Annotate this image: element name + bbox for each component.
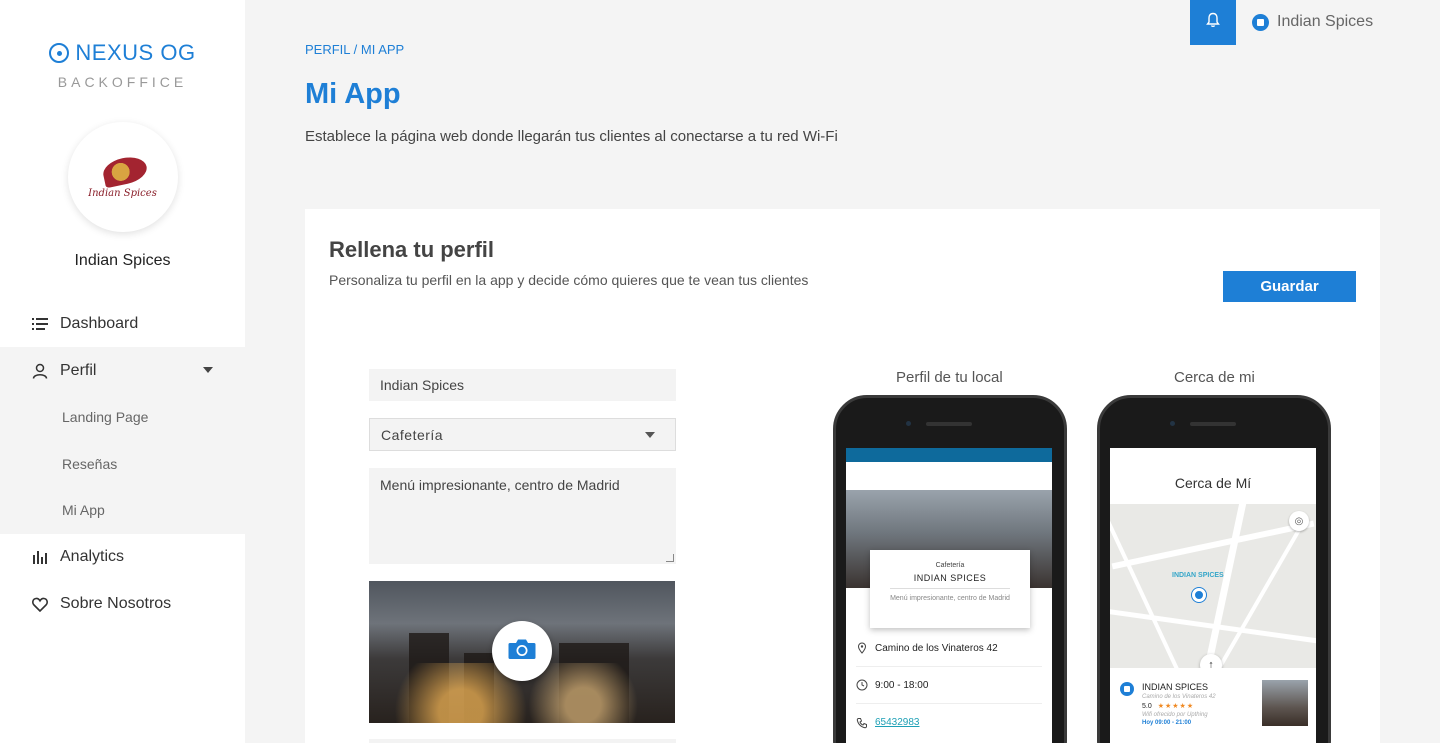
sidebar-item-sobre-nosotros[interactable]: Sobre Nosotros [0, 581, 245, 628]
preview-phone-row: 65432983 [856, 704, 1042, 741]
sidebar-subitem-mi-app[interactable]: Mi App [0, 487, 245, 534]
camera-icon [507, 637, 537, 666]
sidebar-item-label: Dashboard [60, 314, 139, 332]
sidebar-item-perfil[interactable]: Perfil [0, 347, 245, 394]
page-title: Mi App [305, 78, 401, 110]
map-pin-icon[interactable] [1192, 588, 1206, 602]
preview-phone-link[interactable]: 65432983 [875, 717, 920, 728]
phone-screen: Cafetería INDIAN SPICES Menú impresionan… [846, 448, 1052, 743]
phone-camera-icon [1170, 421, 1175, 426]
profile-preview-label: Perfil de tu local [896, 369, 1003, 386]
preview-address-row: Camino de los Vinateros 42 [856, 630, 1042, 667]
bell-icon [1206, 12, 1220, 33]
brand: NEXUS OG BACKOFFICE [0, 0, 245, 90]
preview-venue-name: INDIAN SPICES [890, 573, 1010, 589]
venue-thumbnail [1262, 680, 1308, 726]
star-rating-icon: ★★★★★ [1157, 703, 1195, 710]
chevron-down-icon[interactable] [203, 367, 213, 373]
phone-camera-icon [906, 421, 911, 426]
phone-speaker [926, 422, 972, 426]
nearby-preview-label: Cerca de mi [1174, 369, 1255, 386]
heart-icon [32, 596, 48, 612]
nexus-logo-icon [49, 43, 70, 63]
rating-value: 5.0 [1142, 703, 1152, 710]
description-value: Menú impresionante, centro de Madrid [380, 477, 620, 493]
user-menu[interactable]: Indian Spices [1252, 13, 1373, 31]
chevron-down-icon [645, 432, 655, 438]
phone-preview-nearby: Cerca de Mí INDIAN SPICES ◎ ↑ INDIAN SPI… [1097, 395, 1331, 743]
preview-profile-card: Cafetería INDIAN SPICES Menú impresionan… [870, 550, 1030, 628]
map-view: INDIAN SPICES ◎ ↑ [1110, 504, 1316, 668]
venue-logo-text: Indian Spices [88, 187, 157, 199]
venue-marker-icon [1120, 682, 1134, 696]
cover-photo [369, 581, 675, 723]
phone-speaker [1190, 422, 1236, 426]
preview-hours-row: 9:00 - 18:00 [856, 667, 1042, 704]
user-name: Indian Spices [1277, 13, 1374, 30]
profile-card: Rellena tu perfil Personaliza tu perfil … [305, 209, 1380, 743]
sidebar-nav: Dashboard Perfil Landing Page Reseñas Mi… [0, 300, 245, 628]
preview-address: Camino de los Vinateros 42 [875, 642, 998, 654]
user-avatar-icon [1252, 13, 1269, 31]
preview-hours: 9:00 - 18:00 [875, 679, 929, 691]
upload-photo-button[interactable] [492, 621, 552, 681]
nearby-title: Cerca de Mí [1174, 475, 1252, 491]
description-textarea[interactable]: Menú impresionante, centro de Madrid [369, 468, 676, 564]
sidebar-subitem-landing-page[interactable]: Landing Page [0, 394, 245, 441]
card-description: Personaliza tu perfil en la app y decide… [329, 272, 809, 288]
sidebar-item-dashboard[interactable]: Dashboard [0, 300, 245, 347]
sidebar-item-analytics[interactable]: Analytics [0, 534, 245, 581]
brand-name: NEXUS OG [75, 40, 196, 65]
phone-screen: Cerca de Mí INDIAN SPICES ◎ ↑ INDIAN SPI… [1110, 448, 1316, 743]
brand-logo[interactable]: NEXUS OG [0, 40, 245, 66]
app-top-bar [846, 448, 1052, 462]
breadcrumb[interactable]: PERFIL / MI APP [305, 42, 404, 57]
phone-preview-profile: Cafetería INDIAN SPICES Menú impresionan… [833, 395, 1067, 743]
brand-subtitle: BACKOFFICE [57, 74, 188, 90]
resize-handle-icon[interactable] [666, 554, 674, 562]
venue-avatar[interactable]: Indian Spices [67, 122, 178, 232]
clock-icon [856, 679, 868, 691]
category-value: Cafetería [381, 426, 444, 443]
sidebar-subitem-resenas[interactable]: Reseñas [0, 441, 245, 488]
paisley-logo-icon [93, 153, 153, 188]
locate-me-icon[interactable]: ◎ [1289, 511, 1309, 531]
location-pin-icon [856, 642, 868, 654]
user-icon [32, 363, 48, 379]
venue-name-input[interactable]: Indian Spices [369, 369, 676, 401]
map-venue-label: INDIAN SPICES [1172, 572, 1224, 579]
arrow-up-icon[interactable]: ↑ [1200, 654, 1222, 668]
nearby-list-item[interactable]: INDIAN SPICES Camino de los Vinateros 42… [1110, 668, 1316, 726]
list-icon [32, 316, 48, 332]
sidebar-item-label: Sobre Nosotros [60, 595, 172, 612]
preview-category: Cafetería [935, 562, 965, 569]
phone-icon [856, 717, 868, 729]
notifications-button[interactable] [1190, 0, 1236, 45]
venue-name: Indian Spices [74, 252, 171, 269]
sidebar: NEXUS OG BACKOFFICE Indian Spices Indian… [0, 0, 245, 743]
sidebar-item-label: Analytics [60, 548, 125, 565]
category-select[interactable]: Cafetería [369, 418, 676, 451]
page-description: Establece la página web donde llegarán t… [305, 128, 838, 145]
preview-description: Menú impresionante, centro de Madrid [890, 595, 1010, 602]
bar-chart-icon [32, 549, 48, 565]
sidebar-submenu: Landing Page Reseñas Mi App [0, 394, 245, 534]
save-button[interactable]: Guardar [1223, 271, 1356, 302]
next-field[interactable] [369, 739, 676, 743]
sidebar-item-label: Perfil [60, 361, 97, 379]
card-title: Rellena tu perfil [329, 237, 495, 262]
